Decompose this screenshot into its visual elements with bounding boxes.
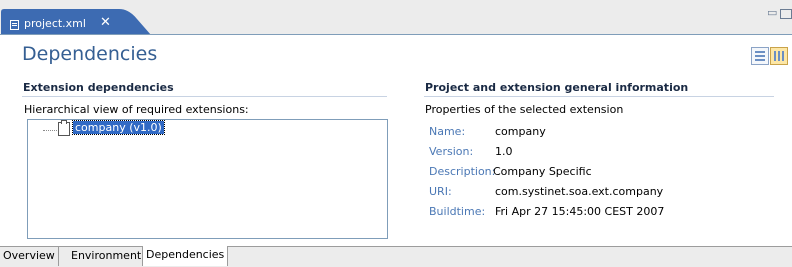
maximize-icon[interactable] — [780, 9, 792, 19]
property-key: Description: — [429, 165, 496, 178]
section-heading-general-information: Project and extension general informatio… — [425, 81, 689, 94]
tab-title: project.xml — [24, 17, 86, 30]
property-value: Fri Apr 27 15:45:00 CEST 2007 — [495, 205, 665, 218]
section-divider — [424, 96, 774, 97]
tree-item[interactable]: company (v1.0) — [28, 120, 387, 138]
tab-dependencies[interactable]: Dependencies — [142, 246, 229, 266]
tab-environment[interactable]: Environment — [68, 247, 146, 266]
page-title: Dependencies — [22, 43, 158, 65]
tree-description: Hierarchical view of required extensions… — [24, 103, 249, 116]
section-heading-extension-dependencies: Extension dependencies — [23, 81, 174, 94]
property-value: 1.0 — [495, 145, 513, 158]
property-key: Name: — [429, 125, 466, 138]
editor-tab-strip: project.xml ✕ ▭ — [0, 0, 792, 35]
property-value: Company Specific — [493, 165, 592, 178]
columns-layout-icon — [774, 51, 776, 61]
tree-item-label[interactable]: company (v1.0) — [72, 120, 165, 135]
tab-project-xml[interactable]: project.xml ✕ — [1, 9, 159, 35]
rows-layout-icon — [755, 51, 765, 53]
property-value: com.systinet.soa.ext.company — [495, 185, 664, 198]
tree-connector — [43, 130, 57, 131]
tab-strip-border — [0, 34, 792, 35]
bottom-tab-bar: Overview Environment Dependencies — [0, 246, 792, 267]
property-value: company — [495, 125, 546, 138]
editor-pane: project.xml ✕ ▭ Dependencies Extension d… — [0, 0, 792, 267]
tab-overview[interactable]: Overview — [0, 247, 59, 266]
section-divider — [22, 96, 387, 97]
package-icon — [58, 120, 70, 136]
minimize-icon[interactable]: ▭ — [767, 6, 777, 19]
horizontal-layout-button[interactable] — [751, 47, 769, 65]
property-key: URI: — [429, 185, 452, 198]
dependency-tree[interactable]: company (v1.0) — [27, 119, 388, 239]
vertical-layout-button[interactable] — [770, 47, 788, 65]
properties-description: Properties of the selected extension — [425, 103, 624, 116]
property-key: Buildtime: — [429, 205, 486, 218]
file-icon — [10, 20, 19, 30]
close-icon[interactable]: ✕ — [100, 15, 111, 30]
property-key: Version: — [429, 145, 474, 158]
